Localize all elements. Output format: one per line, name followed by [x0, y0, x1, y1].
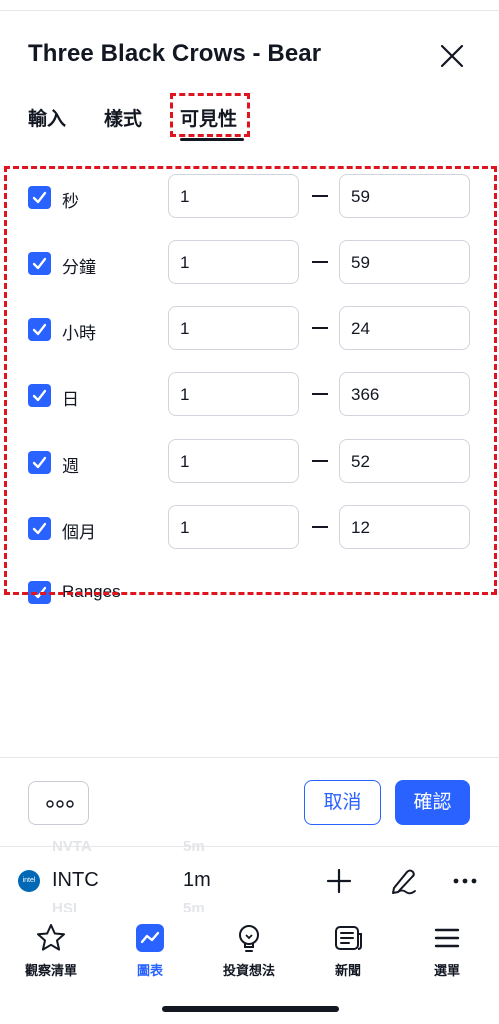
- ticker-bar: intel INTC 1m: [0, 860, 499, 902]
- intel-logo-icon: intel: [18, 870, 40, 892]
- hamburger-menu-icon: [434, 928, 460, 948]
- ellipsis-icon: [46, 800, 74, 808]
- nav-label: 新聞: [334, 963, 361, 978]
- ghost-interval-above: 5m: [183, 838, 205, 855]
- add-button[interactable]: [326, 868, 352, 894]
- chart-icon: [136, 924, 164, 952]
- footer-divider: [0, 757, 499, 758]
- ghost-symbol-above: NVTA: [52, 838, 92, 855]
- tab-annotation-box: [170, 93, 250, 137]
- close-icon: [440, 44, 464, 68]
- tab-track: [28, 138, 470, 144]
- active-tab-indicator: [180, 138, 244, 141]
- ticker-interval[interactable]: 1m: [183, 869, 211, 892]
- nav-label: 圖表: [136, 963, 163, 978]
- more-dots-icon: [453, 878, 477, 884]
- rows-annotation-box: [4, 166, 497, 595]
- top-divider: [0, 10, 499, 11]
- ticker-symbol[interactable]: INTC: [52, 869, 99, 892]
- lightbulb-icon: [239, 925, 259, 952]
- drawing-tool-button[interactable]: [388, 866, 418, 896]
- nav-menu[interactable]: 選單: [407, 922, 487, 979]
- more-options-button[interactable]: [28, 781, 89, 825]
- plus-icon: [326, 868, 352, 894]
- nav-ideas[interactable]: 投資想法: [209, 922, 289, 979]
- bottom-navigation: 觀察清單 圖表 投資想法 新聞 選單: [0, 912, 499, 984]
- dialog-title: Three Black Crows - Bear: [28, 40, 322, 67]
- confirm-button[interactable]: 確認: [395, 780, 470, 825]
- star-icon: [37, 924, 65, 951]
- home-indicator: [162, 1006, 339, 1012]
- nav-watchlist[interactable]: 觀察清單: [11, 922, 91, 979]
- nav-label: 選單: [433, 963, 460, 978]
- cancel-button[interactable]: 取消: [304, 780, 381, 825]
- nav-label: 觀察清單: [24, 963, 77, 978]
- newspaper-icon: [335, 926, 362, 950]
- close-button[interactable]: [436, 40, 468, 72]
- tab-style[interactable]: 樣式: [104, 104, 142, 131]
- nav-news[interactable]: 新聞: [308, 922, 388, 979]
- nav-chart[interactable]: 圖表: [110, 922, 190, 979]
- tab-input[interactable]: 輸入: [28, 104, 66, 131]
- pen-icon: [392, 869, 416, 895]
- nav-label: 投資想法: [222, 963, 275, 978]
- more-button[interactable]: [452, 868, 478, 894]
